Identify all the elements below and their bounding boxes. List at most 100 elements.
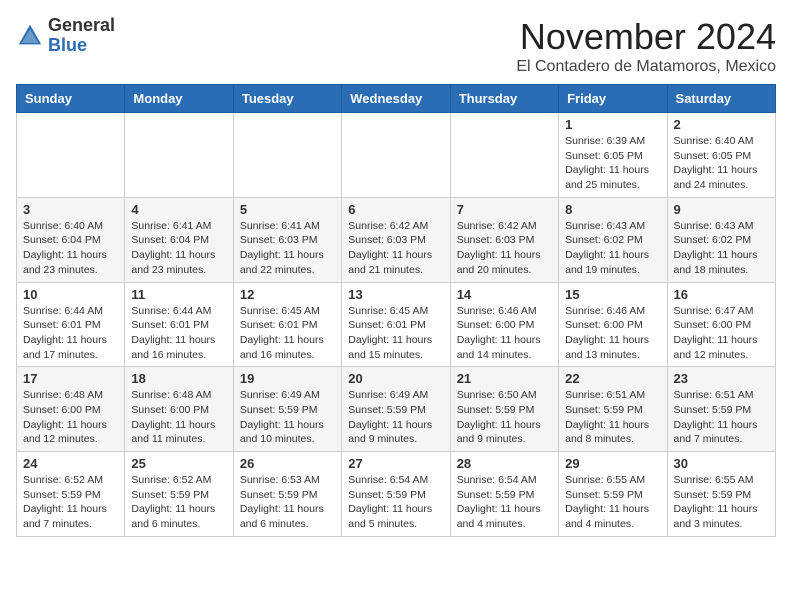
day-number: 21 bbox=[457, 371, 552, 386]
day-info: Sunrise: 6:49 AM Sunset: 5:59 PM Dayligh… bbox=[240, 388, 335, 447]
calendar-table: SundayMondayTuesdayWednesdayThursdayFrid… bbox=[16, 84, 776, 537]
column-header-thursday: Thursday bbox=[450, 85, 558, 113]
day-number: 14 bbox=[457, 287, 552, 302]
logo-icon bbox=[16, 22, 44, 50]
location: El Contadero de Matamoros, Mexico bbox=[516, 58, 776, 76]
day-number: 15 bbox=[565, 287, 660, 302]
day-info: Sunrise: 6:46 AM Sunset: 6:00 PM Dayligh… bbox=[457, 304, 552, 363]
calendar-cell bbox=[342, 113, 450, 198]
day-info: Sunrise: 6:45 AM Sunset: 6:01 PM Dayligh… bbox=[240, 304, 335, 363]
calendar-cell: 9Sunrise: 6:43 AM Sunset: 6:02 PM Daylig… bbox=[667, 197, 775, 282]
day-number: 4 bbox=[131, 202, 226, 217]
calendar-cell: 18 Sunrise: 6:48 AM Sunset: 6:00 PM Dayli… bbox=[125, 367, 233, 452]
day-info: Sunrise: 6:50 AM Sunset: 5:59 PM Dayligh… bbox=[457, 388, 552, 447]
column-header-wednesday: Wednesday bbox=[342, 85, 450, 113]
calendar-cell: 15 Sunrise: 6:46 AM Sunset: 6:00 PM Dayli… bbox=[559, 282, 667, 367]
day-info: Sunrise: 6:45 AM Sunset: 6:01 PM Dayligh… bbox=[348, 304, 443, 363]
calendar-cell: 26 Sunrise: 6:53 AM Sunset: 5:59 PM Dayli… bbox=[233, 452, 341, 537]
day-number: 8 bbox=[565, 202, 660, 217]
day-info: Sunrise: 6:46 AM Sunset: 6:00 PM Dayligh… bbox=[565, 304, 660, 363]
column-header-saturday: Saturday bbox=[667, 85, 775, 113]
calendar-week-3: 10 Sunrise: 6:44 AM Sunset: 6:01 PM Dayli… bbox=[17, 282, 776, 367]
calendar-cell bbox=[233, 113, 341, 198]
day-info: Sunrise: 6:39 AM Sunset: 6:05 PM Dayligh… bbox=[565, 134, 660, 193]
calendar-cell: 25 Sunrise: 6:52 AM Sunset: 5:59 PM Dayli… bbox=[125, 452, 233, 537]
day-number: 7 bbox=[457, 202, 552, 217]
month-title: November 2024 bbox=[516, 16, 776, 58]
day-info: Sunrise: 6:43 AM Sunset: 6:02 PM Dayligh… bbox=[565, 219, 660, 278]
day-info: Sunrise: 6:48 AM Sunset: 6:00 PM Dayligh… bbox=[23, 388, 118, 447]
calendar-cell: 3Sunrise: 6:40 AM Sunset: 6:04 PM Daylig… bbox=[17, 197, 125, 282]
day-info: Sunrise: 6:51 AM Sunset: 5:59 PM Dayligh… bbox=[565, 388, 660, 447]
day-number: 6 bbox=[348, 202, 443, 217]
day-number: 26 bbox=[240, 456, 335, 471]
day-number: 18 bbox=[131, 371, 226, 386]
day-number: 10 bbox=[23, 287, 118, 302]
day-info: Sunrise: 6:49 AM Sunset: 5:59 PM Dayligh… bbox=[348, 388, 443, 447]
day-number: 12 bbox=[240, 287, 335, 302]
calendar-cell: 20 Sunrise: 6:49 AM Sunset: 5:59 PM Dayli… bbox=[342, 367, 450, 452]
day-number: 25 bbox=[131, 456, 226, 471]
column-header-tuesday: Tuesday bbox=[233, 85, 341, 113]
calendar-cell bbox=[125, 113, 233, 198]
calendar-cell: 24 Sunrise: 6:52 AM Sunset: 5:59 PM Dayli… bbox=[17, 452, 125, 537]
calendar-week-1: 1 Sunrise: 6:39 AM Sunset: 6:05 PM Daylig… bbox=[17, 113, 776, 198]
calendar-cell: 12 Sunrise: 6:45 AM Sunset: 6:01 PM Dayli… bbox=[233, 282, 341, 367]
day-number: 16 bbox=[674, 287, 769, 302]
day-info: Sunrise: 6:44 AM Sunset: 6:01 PM Dayligh… bbox=[23, 304, 118, 363]
day-info: Sunrise: 6:54 AM Sunset: 5:59 PM Dayligh… bbox=[457, 473, 552, 532]
day-info: Sunrise: 6:44 AM Sunset: 6:01 PM Dayligh… bbox=[131, 304, 226, 363]
day-info: Sunrise: 6:52 AM Sunset: 5:59 PM Dayligh… bbox=[131, 473, 226, 532]
day-number: 28 bbox=[457, 456, 552, 471]
day-number: 17 bbox=[23, 371, 118, 386]
calendar-cell bbox=[450, 113, 558, 198]
calendar-cell bbox=[17, 113, 125, 198]
calendar-cell: 8 Sunrise: 6:43 AM Sunset: 6:02 PM Daylig… bbox=[559, 197, 667, 282]
day-number: 11 bbox=[131, 287, 226, 302]
calendar-cell: 29 Sunrise: 6:55 AM Sunset: 5:59 PM Dayli… bbox=[559, 452, 667, 537]
calendar-cell: 27Sunrise: 6:54 AM Sunset: 5:59 PM Dayli… bbox=[342, 452, 450, 537]
day-number: 24 bbox=[23, 456, 118, 471]
day-number: 1 bbox=[565, 117, 660, 132]
calendar-cell: 16Sunrise: 6:47 AM Sunset: 6:00 PM Dayli… bbox=[667, 282, 775, 367]
day-info: Sunrise: 6:53 AM Sunset: 5:59 PM Dayligh… bbox=[240, 473, 335, 532]
day-number: 20 bbox=[348, 371, 443, 386]
calendar-cell: 2Sunrise: 6:40 AM Sunset: 6:05 PM Daylig… bbox=[667, 113, 775, 198]
calendar-cell: 5Sunrise: 6:41 AM Sunset: 6:03 PM Daylig… bbox=[233, 197, 341, 282]
day-info: Sunrise: 6:52 AM Sunset: 5:59 PM Dayligh… bbox=[23, 473, 118, 532]
day-info: Sunrise: 6:54 AM Sunset: 5:59 PM Dayligh… bbox=[348, 473, 443, 532]
day-info: Sunrise: 6:55 AM Sunset: 5:59 PM Dayligh… bbox=[674, 473, 769, 532]
column-header-monday: Monday bbox=[125, 85, 233, 113]
calendar-cell: 11 Sunrise: 6:44 AM Sunset: 6:01 PM Dayli… bbox=[125, 282, 233, 367]
day-number: 3 bbox=[23, 202, 118, 217]
calendar-week-5: 24 Sunrise: 6:52 AM Sunset: 5:59 PM Dayli… bbox=[17, 452, 776, 537]
column-header-sunday: Sunday bbox=[17, 85, 125, 113]
day-number: 22 bbox=[565, 371, 660, 386]
calendar-cell: 7 Sunrise: 6:42 AM Sunset: 6:03 PM Daylig… bbox=[450, 197, 558, 282]
day-info: Sunrise: 6:55 AM Sunset: 5:59 PM Dayligh… bbox=[565, 473, 660, 532]
calendar-cell: 23Sunrise: 6:51 AM Sunset: 5:59 PM Dayli… bbox=[667, 367, 775, 452]
day-number: 23 bbox=[674, 371, 769, 386]
day-info: Sunrise: 6:48 AM Sunset: 6:00 PM Dayligh… bbox=[131, 388, 226, 447]
day-info: Sunrise: 6:40 AM Sunset: 6:05 PM Dayligh… bbox=[674, 134, 769, 193]
day-info: Sunrise: 6:41 AM Sunset: 6:04 PM Dayligh… bbox=[131, 219, 226, 278]
calendar-header-row: SundayMondayTuesdayWednesdayThursdayFrid… bbox=[17, 85, 776, 113]
day-info: Sunrise: 6:41 AM Sunset: 6:03 PM Dayligh… bbox=[240, 219, 335, 278]
logo: General Blue bbox=[16, 16, 115, 56]
calendar-cell: 21 Sunrise: 6:50 AM Sunset: 5:59 PM Dayli… bbox=[450, 367, 558, 452]
calendar-cell: 17 Sunrise: 6:48 AM Sunset: 6:00 PM Dayli… bbox=[17, 367, 125, 452]
column-header-friday: Friday bbox=[559, 85, 667, 113]
day-number: 13 bbox=[348, 287, 443, 302]
calendar-cell: 14 Sunrise: 6:46 AM Sunset: 6:00 PM Dayli… bbox=[450, 282, 558, 367]
day-number: 29 bbox=[565, 456, 660, 471]
calendar-week-4: 17 Sunrise: 6:48 AM Sunset: 6:00 PM Dayli… bbox=[17, 367, 776, 452]
calendar-cell: 10 Sunrise: 6:44 AM Sunset: 6:01 PM Dayli… bbox=[17, 282, 125, 367]
calendar-cell: 4 Sunrise: 6:41 AM Sunset: 6:04 PM Daylig… bbox=[125, 197, 233, 282]
calendar-cell: 19Sunrise: 6:49 AM Sunset: 5:59 PM Dayli… bbox=[233, 367, 341, 452]
day-info: Sunrise: 6:43 AM Sunset: 6:02 PM Dayligh… bbox=[674, 219, 769, 278]
calendar-cell: 30Sunrise: 6:55 AM Sunset: 5:59 PM Dayli… bbox=[667, 452, 775, 537]
calendar-cell: 6 Sunrise: 6:42 AM Sunset: 6:03 PM Daylig… bbox=[342, 197, 450, 282]
day-info: Sunrise: 6:42 AM Sunset: 6:03 PM Dayligh… bbox=[457, 219, 552, 278]
calendar-cell: 1 Sunrise: 6:39 AM Sunset: 6:05 PM Daylig… bbox=[559, 113, 667, 198]
day-info: Sunrise: 6:42 AM Sunset: 6:03 PM Dayligh… bbox=[348, 219, 443, 278]
